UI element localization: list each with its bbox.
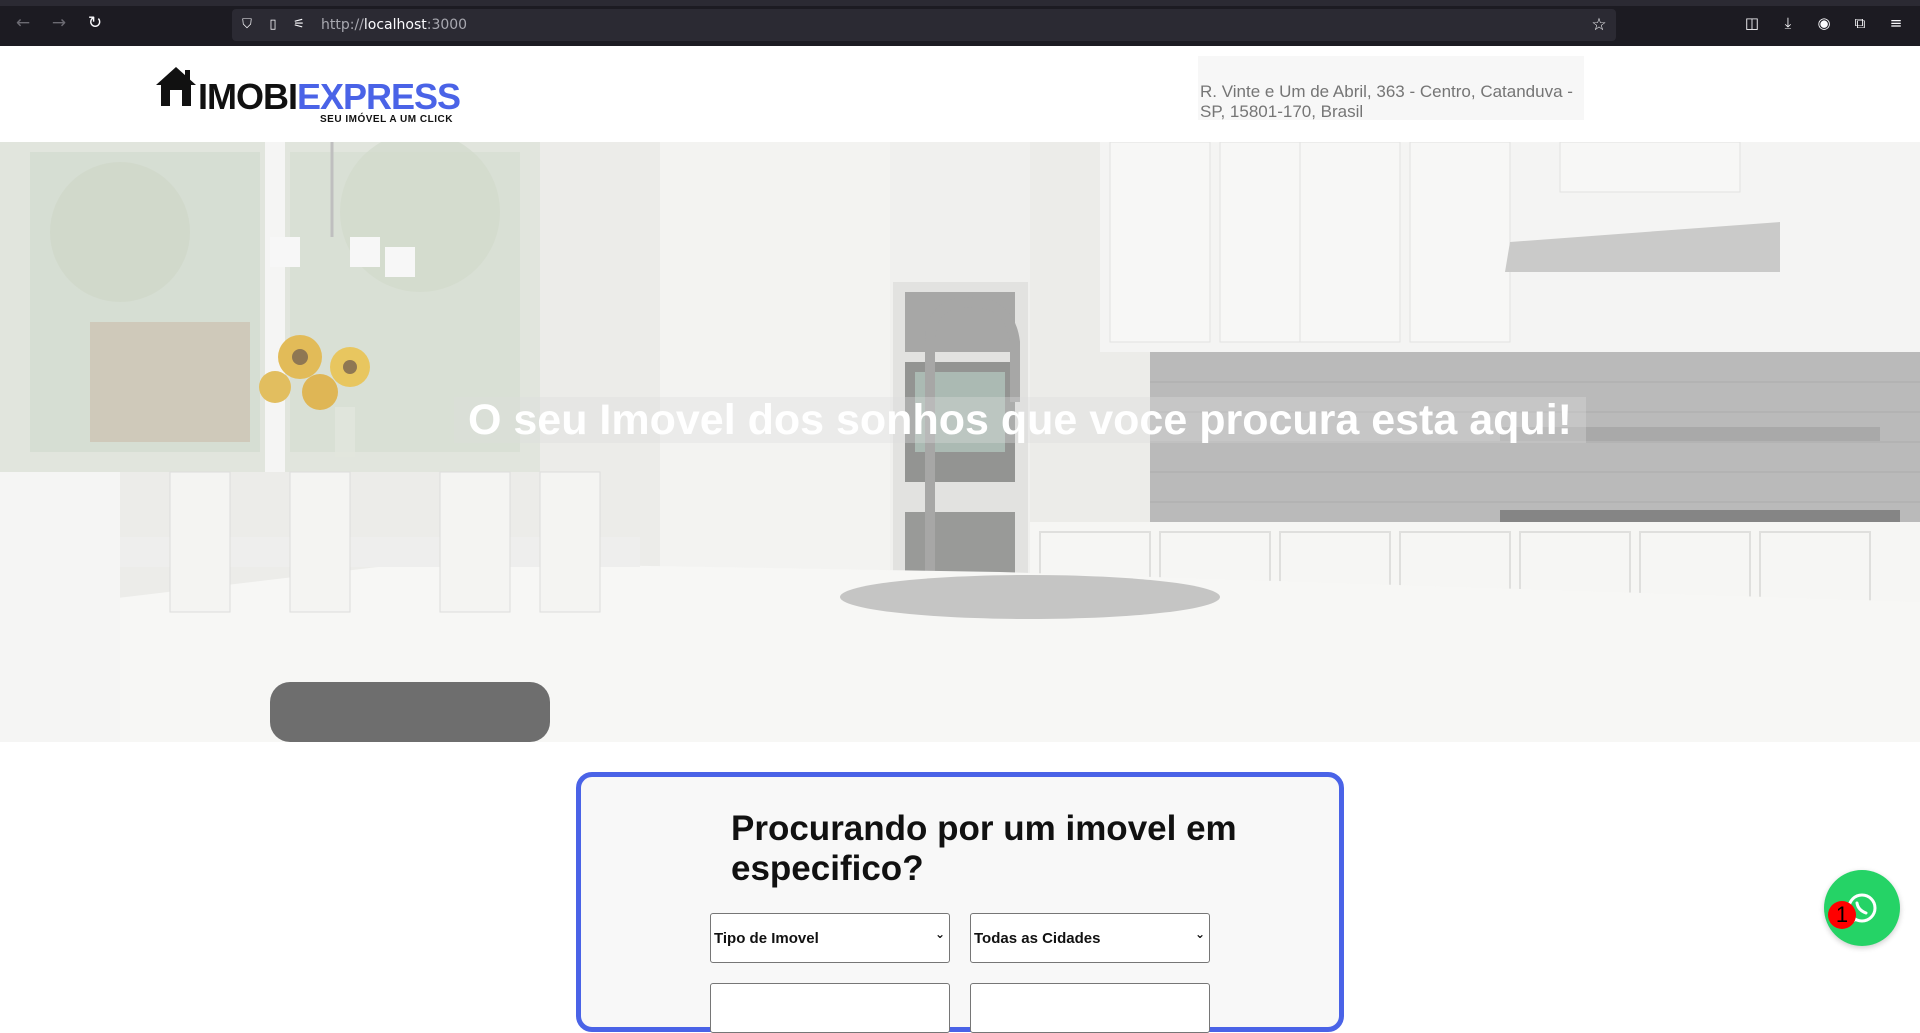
chevron-down-icon: ⌄ — [1194, 927, 1205, 941]
company-address: R. Vinte e Um de Abril, 363 - Centro, Ca… — [1198, 56, 1584, 121]
site-logo[interactable]: IMOBIEXPRESS SEU IMÓVEL A UM CLICK — [154, 64, 461, 128]
back-icon[interactable]: ← — [12, 12, 34, 34]
menu-icon[interactable]: ≡ — [1886, 13, 1906, 33]
logo-wordmark: IMOBIEXPRESS — [198, 76, 461, 117]
permissions-icon[interactable]: ⚟ — [290, 16, 308, 34]
download-icon[interactable]: ⤓ — [1778, 13, 1798, 33]
property-type-value: Tipo de Imovel — [714, 930, 819, 947]
hero-title: O seu Imovel dos sonhos que voce procura… — [454, 397, 1586, 443]
page-icon[interactable]: ▯ — [264, 16, 282, 34]
extensions-icon[interactable]: ⧉ — [1850, 13, 1870, 33]
site-header: IMOBIEXPRESS SEU IMÓVEL A UM CLICK R. Vi… — [0, 46, 1920, 142]
bookmark-star-icon[interactable]: ☆ — [1590, 16, 1608, 34]
pocket-icon[interactable]: ◫ — [1742, 13, 1762, 33]
shield-icon[interactable]: ⛉ — [238, 16, 256, 34]
property-type-select[interactable]: Tipo de Imovel ⌄ — [710, 913, 950, 963]
reload-icon[interactable]: ↻ — [84, 12, 106, 34]
logo-tagline: SEU IMÓVEL A UM CLICK — [320, 114, 453, 125]
hero-banner: O seu Imovel dos sonhos que voce procura… — [0, 142, 1920, 742]
filter-select-4[interactable] — [970, 983, 1210, 1033]
account-icon[interactable]: ◉ — [1814, 13, 1834, 33]
url-text[interactable]: http://localhost:3000 — [321, 17, 467, 33]
address-bar[interactable]: ⛉ ▯ ⚟ http://localhost:3000 ☆ — [232, 9, 1616, 41]
property-search-card: Procurando por um imovel em especifico? … — [576, 772, 1344, 1033]
tab-strip — [0, 0, 1920, 6]
browser-toolbar: ← → ↻ ⛉ ▯ ⚟ http://localhost:3000 ☆ ◫ ⤓ … — [0, 0, 1920, 46]
notification-badge: 1 — [1828, 901, 1856, 929]
forward-icon[interactable]: → — [48, 12, 70, 34]
filter-select-3[interactable] — [710, 983, 950, 1033]
chevron-down-icon: ⌄ — [934, 927, 945, 941]
house-icon — [156, 67, 196, 106]
city-value: Todas as Cidades — [974, 930, 1101, 947]
search-title: Procurando por um imovel em especifico? — [731, 809, 1237, 888]
city-select[interactable]: Todas as Cidades ⌄ — [970, 913, 1210, 963]
